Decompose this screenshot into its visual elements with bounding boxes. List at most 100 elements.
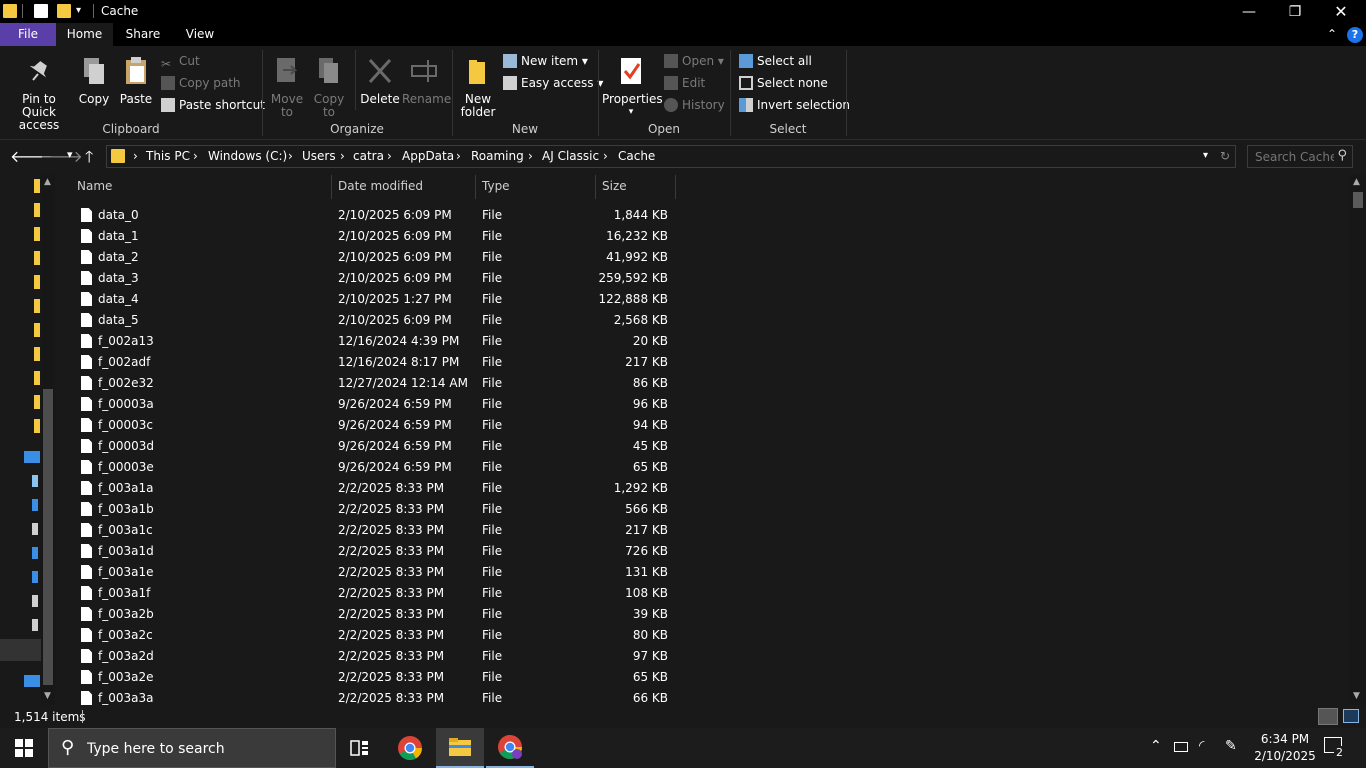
address-dropdown-chevron-icon[interactable]: ▾	[1203, 150, 1208, 161]
open-button[interactable]: Open ▾	[664, 51, 724, 71]
crumb-separator-icon[interactable]: ›	[340, 149, 345, 163]
chevron-up-icon[interactable]: ⌃	[1322, 23, 1342, 46]
videos-icon[interactable]	[32, 619, 38, 631]
file-row[interactable]: f_003a1a 2/2/2025 8:33 PM File 1,292 KB	[57, 478, 1349, 499]
file-row[interactable]: data_0 2/10/2025 6:09 PM File 1,844 KB	[57, 205, 1349, 226]
address-bar[interactable]: › This PC › Windows (C:) › Users › catra…	[106, 145, 1236, 168]
restore-button[interactable]: ❐	[1272, 0, 1318, 23]
tab-view[interactable]: View	[173, 23, 227, 46]
pen-icon[interactable]: ✎	[1225, 738, 1237, 754]
column-header-name[interactable]: Name	[77, 175, 112, 197]
file-row[interactable]: f_003a1d 2/2/2025 8:33 PM File 726 KB	[57, 541, 1349, 562]
quick-access-folder-icon[interactable]	[34, 203, 40, 217]
file-row[interactable]: data_1 2/10/2025 6:09 PM File 16,232 KB	[57, 226, 1349, 247]
quick-access-folder-icon[interactable]	[34, 419, 40, 433]
quick-access-folder-icon[interactable]	[34, 227, 40, 241]
column-divider[interactable]	[331, 175, 332, 199]
column-header-type[interactable]: Type	[482, 175, 510, 197]
crumb-separator-icon[interactable]: ›	[456, 149, 461, 163]
quick-access-folder-icon[interactable]	[34, 371, 40, 385]
large-icons-view-icon[interactable]	[1343, 709, 1359, 723]
forward-arrow-icon[interactable]: 🡒	[40, 146, 83, 166]
file-explorer-taskbar-button[interactable]	[436, 728, 484, 768]
crumb-separator-icon[interactable]: ›	[387, 149, 392, 163]
file-row[interactable]: f_002e32 12/27/2024 12:14 AM File 86 KB	[57, 373, 1349, 394]
column-divider[interactable]	[475, 175, 476, 199]
file-row[interactable]: f_003a1e 2/2/2025 8:33 PM File 131 KB	[57, 562, 1349, 583]
file-row[interactable]: f_003a3a 2/2/2025 8:33 PM File 66 KB	[57, 688, 1349, 705]
nav-scrollbar-thumb[interactable]	[43, 389, 53, 685]
scroll-up-arrow-icon[interactable]: ▲	[44, 177, 51, 187]
show-hidden-icons-chevron-icon[interactable]: ⌃	[1150, 738, 1162, 754]
file-row[interactable]: f_00003d 9/26/2024 6:59 PM File 45 KB	[57, 436, 1349, 457]
file-row[interactable]: f_002a13 12/16/2024 4:39 PM File 20 KB	[57, 331, 1349, 352]
select-all-button[interactable]: Select all	[739, 51, 812, 71]
close-button[interactable]: ✕	[1318, 0, 1364, 23]
file-row[interactable]: f_00003e 9/26/2024 6:59 PM File 65 KB	[57, 457, 1349, 478]
column-header-size[interactable]: Size	[602, 175, 627, 197]
file-row[interactable]: f_003a2b 2/2/2025 8:33 PM File 39 KB	[57, 604, 1349, 625]
breadcrumb-appdata[interactable]: AppData	[402, 149, 454, 163]
task-view-button[interactable]	[336, 728, 384, 768]
crumb-separator-icon[interactable]: ›	[603, 149, 608, 163]
chrome-taskbar-button[interactable]	[386, 728, 434, 768]
file-row[interactable]: data_4 2/10/2025 1:27 PM File 122,888 KB	[57, 289, 1349, 310]
clock-time[interactable]: 6:34 PM	[1252, 732, 1318, 746]
quick-access-folder-icon[interactable]	[34, 179, 40, 193]
desktop-icon[interactable]	[32, 499, 38, 511]
edit-button[interactable]: Edit	[664, 73, 705, 93]
quick-access-folder-icon[interactable]	[34, 347, 40, 361]
quick-access-folder-icon[interactable]	[34, 251, 40, 265]
delete-button[interactable]: Delete	[360, 56, 400, 106]
wifi-icon[interactable]: ◜	[1199, 738, 1204, 754]
select-none-button[interactable]: Select none	[739, 73, 828, 93]
battery-icon[interactable]	[1174, 742, 1188, 752]
scroll-down-arrow-icon[interactable]: ▼	[44, 691, 51, 701]
rename-button[interactable]: Rename	[402, 56, 451, 106]
file-row[interactable]: data_2 2/10/2025 6:09 PM File 41,992 KB	[57, 247, 1349, 268]
file-list-scrollbar[interactable]: ▲ ▼	[1349, 175, 1366, 705]
breadcrumb-catra[interactable]: catra	[353, 149, 384, 163]
file-row[interactable]: data_5 2/10/2025 6:09 PM File 2,568 KB	[57, 310, 1349, 331]
pictures-icon[interactable]	[32, 595, 38, 607]
start-button[interactable]	[0, 728, 48, 768]
clock-date[interactable]: 2/10/2025	[1252, 749, 1318, 763]
tab-share[interactable]: Share	[113, 23, 173, 46]
paste-shortcut-button[interactable]: Paste shortcut	[161, 95, 265, 115]
this-pc-icon[interactable]	[24, 451, 40, 463]
quick-access-folder-icon[interactable]	[34, 323, 40, 337]
help-icon[interactable]: ?	[1347, 27, 1363, 43]
move-to-button[interactable]: Move to	[268, 56, 306, 119]
paste-button[interactable]: Paste	[116, 56, 156, 106]
network-icon[interactable]	[24, 675, 40, 687]
refresh-icon[interactable]: ↻	[1220, 149, 1230, 163]
column-divider[interactable]	[595, 175, 596, 199]
tab-file[interactable]: File	[0, 23, 56, 46]
new-folder-quick-icon[interactable]	[57, 4, 71, 18]
new-folder-button[interactable]: New folder	[458, 56, 498, 119]
easy-access-button[interactable]: Easy access ▾	[503, 73, 603, 93]
pin-quick-access-button[interactable]: Pin to Quick access	[4, 56, 74, 132]
music-icon[interactable]	[32, 571, 38, 583]
file-row[interactable]: f_003a1c 2/2/2025 8:33 PM File 217 KB	[57, 520, 1349, 541]
quick-access-folder-icon[interactable]	[34, 275, 40, 289]
details-view-icon[interactable]	[1318, 708, 1338, 725]
properties-quick-icon[interactable]	[34, 4, 48, 18]
chrome-profile-taskbar-button[interactable]	[486, 728, 534, 768]
scroll-up-arrow-icon[interactable]: ▲	[1353, 177, 1360, 187]
chevron-down-icon[interactable]: ▾	[76, 4, 90, 18]
documents-icon[interactable]	[32, 523, 38, 535]
quick-access-folder-icon[interactable]	[34, 299, 40, 313]
copy-button[interactable]: Copy	[76, 56, 112, 106]
copy-to-button[interactable]: Copy to	[310, 56, 348, 119]
crumb-separator-icon[interactable]: ›	[528, 149, 533, 163]
file-row[interactable]: f_003a2d 2/2/2025 8:33 PM File 97 KB	[57, 646, 1349, 667]
file-row[interactable]: f_003a1b 2/2/2025 8:33 PM File 566 KB	[57, 499, 1349, 520]
copy-path-button[interactable]: Copy path	[161, 73, 241, 93]
crumb-separator-icon[interactable]: ›	[288, 149, 293, 163]
properties-button[interactable]: Properties ▾	[602, 56, 663, 119]
file-row[interactable]: f_003a2e 2/2/2025 8:33 PM File 65 KB	[57, 667, 1349, 688]
quick-access-folder-icon[interactable]	[34, 395, 40, 409]
file-row[interactable]: f_002adf 12/16/2024 8:17 PM File 217 KB	[57, 352, 1349, 373]
selected-drive-item[interactable]	[0, 639, 41, 661]
